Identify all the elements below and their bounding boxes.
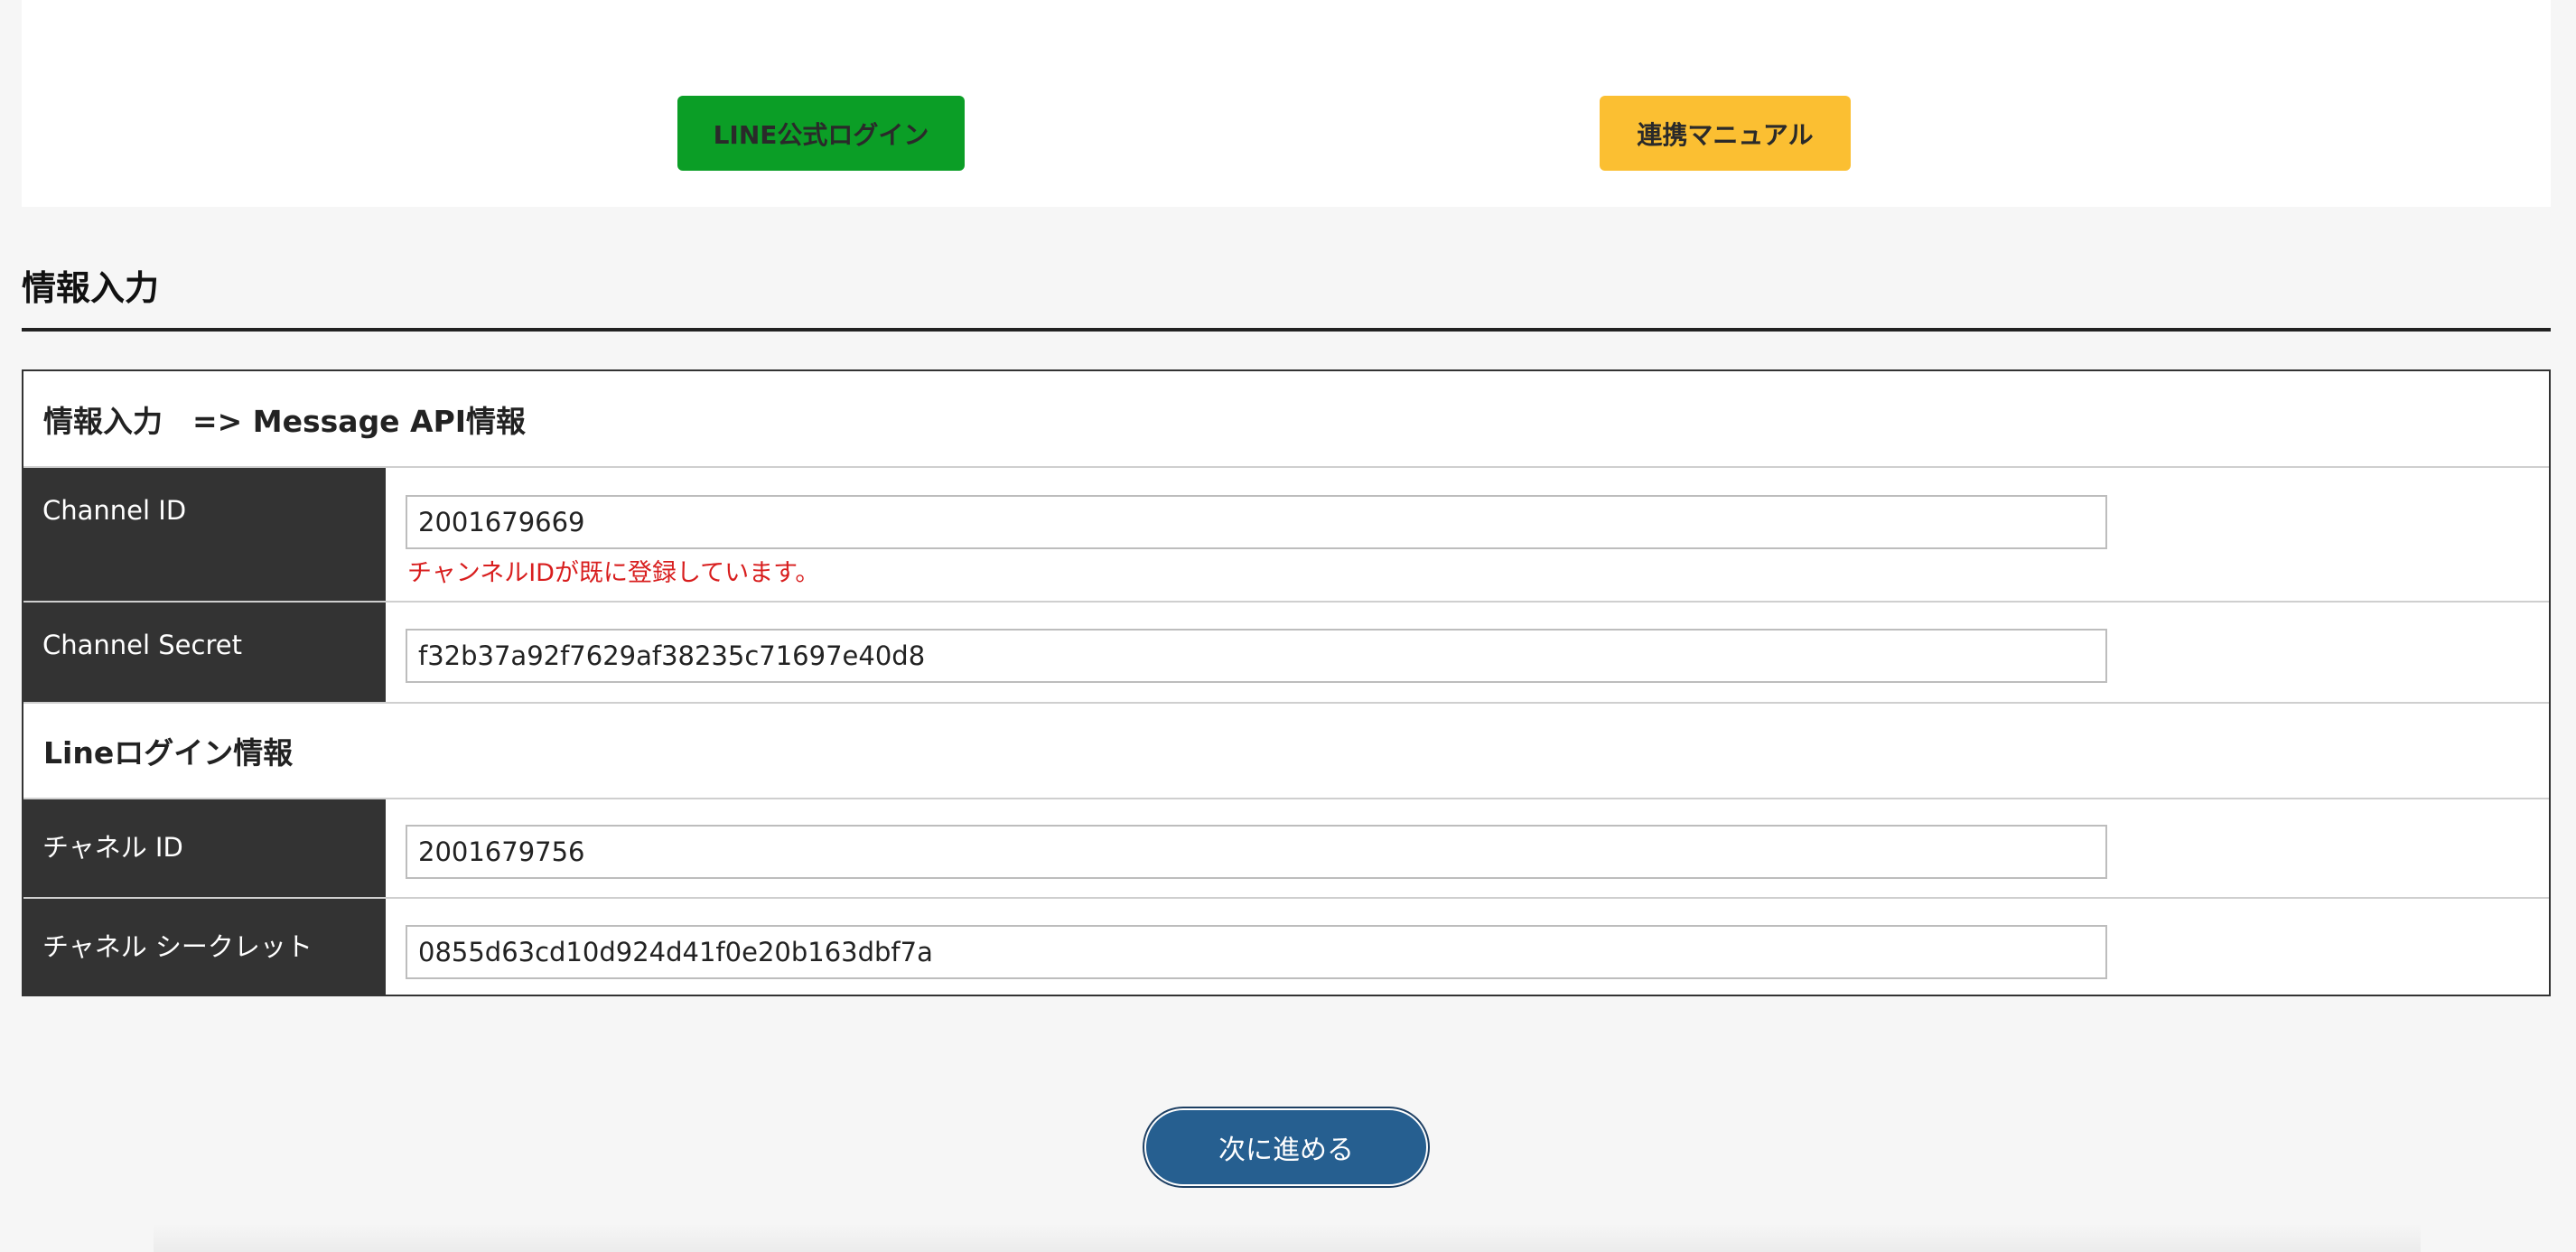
integration-manual-button[interactable]: 連携マニュアル [1600,96,1851,171]
section-title: 情報入力 [22,268,160,308]
channel-secret-row: Channel Secret [23,601,2549,702]
section-divider [22,328,2551,332]
info-form: 情報入力 => Message API情報 Channel ID チャンネルID… [22,369,2551,996]
login-channel-id-label: チャネル ID [23,799,386,897]
message-api-group-title: 情報入力 => Message API情報 [43,403,527,439]
line-login-group-header: Lineログイン情報 [23,704,2549,798]
login-channel-secret-input[interactable] [406,925,2107,979]
channel-id-input[interactable] [406,495,2107,549]
top-panel [22,0,2551,207]
integration-manual-label: 連携マニュアル [1637,119,1814,150]
login-channel-secret-row: チャネル シークレット [23,897,2549,995]
channel-id-row: Channel ID チャンネルIDが既に登録しています。 [23,466,2549,601]
line-login-group-row: Lineログイン情報 [23,702,2549,798]
line-official-login-button[interactable]: LINE公式ログイン [677,96,965,171]
channel-id-label: Channel ID [23,468,386,601]
channel-id-error: チャンネルIDが既に登録しています。 [407,559,820,587]
bottom-shadow [154,1223,2421,1252]
channel-secret-input[interactable] [406,629,2107,683]
next-button[interactable]: 次に進める [1144,1108,1428,1186]
line-login-group-title: Lineログイン情報 [43,735,294,771]
next-button-label: 次に進める [1218,1135,1354,1166]
line-official-login-label: LINE公式ログイン [713,119,929,150]
login-channel-id-input[interactable] [406,825,2107,879]
login-channel-secret-label: チャネル シークレット [23,899,386,995]
message-api-group-header: 情報入力 => Message API情報 [23,371,2549,466]
channel-secret-label: Channel Secret [23,603,386,702]
login-channel-id-row: チャネル ID [23,798,2549,897]
